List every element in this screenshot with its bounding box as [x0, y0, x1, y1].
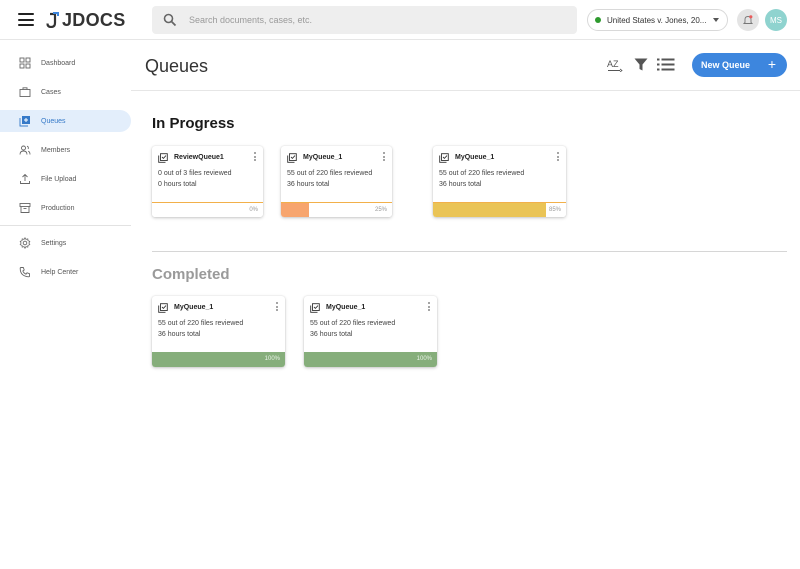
- sidebar-item-production[interactable]: Production: [0, 197, 131, 219]
- filter-icon: [634, 58, 648, 71]
- sidebar-item-label: Members: [41, 146, 71, 154]
- progress-label: 85%: [548, 207, 561, 213]
- queue-check-icon: [287, 153, 297, 163]
- avatar[interactable]: MS: [765, 9, 787, 31]
- phone-icon: [19, 267, 30, 278]
- progress-fill: [281, 203, 309, 217]
- queue-check-icon: [310, 303, 320, 313]
- search-icon: [163, 13, 177, 27]
- queue-card-title: MyQueue_1: [455, 154, 495, 161]
- top-bar: JDOCS United States v. Jones, 20... MS: [0, 0, 800, 40]
- progress-bar: 25%: [281, 202, 392, 217]
- upload-icon: [20, 173, 30, 184]
- sort-az-icon: AZ: [607, 59, 623, 73]
- more-vert-icon[interactable]: [275, 302, 279, 312]
- progress-label: 25%: [374, 207, 387, 213]
- sidebar-item-queues[interactable]: Queues: [0, 110, 131, 132]
- more-vert-icon[interactable]: [427, 302, 431, 312]
- sidebar-item-label: Dashboard: [41, 59, 76, 67]
- sidebar-item-label: Queues: [41, 117, 66, 125]
- archive-icon: [19, 203, 31, 213]
- progress-bar: 85%: [433, 202, 566, 217]
- sidebar: Dashboard Cases Queues Members File Uplo…: [0, 41, 131, 569]
- plus-icon: +: [767, 56, 776, 72]
- queue-card-hours: 36 hours total: [439, 181, 482, 188]
- logo-text: JDOCS: [62, 9, 126, 30]
- sidebar-item-label: Settings: [41, 239, 67, 247]
- sidebar-item-help-center[interactable]: Help Center: [0, 261, 131, 283]
- queue-card-files: 55 out of 220 files reviewed: [158, 320, 244, 327]
- queue-card-hours: 36 hours total: [287, 181, 330, 188]
- search-input[interactable]: [189, 15, 569, 25]
- menu-icon[interactable]: [18, 13, 34, 26]
- progress-bar: 0%: [152, 202, 263, 217]
- sidebar-divider: [0, 225, 131, 226]
- sidebar-item-file-upload[interactable]: File Upload: [0, 168, 131, 190]
- queue-card[interactable]: MyQueue_1 55 out of 220 files reviewed 36 …: [152, 296, 285, 367]
- list-icon: [657, 58, 675, 71]
- filter-button[interactable]: [634, 58, 648, 71]
- queue-card-files: 55 out of 220 files reviewed: [439, 170, 525, 177]
- new-queue-label: New Queue: [701, 60, 751, 70]
- new-queue-button[interactable]: New Queue +: [692, 53, 787, 77]
- svg-text:AZ: AZ: [607, 59, 619, 69]
- sidebar-item-cases[interactable]: Cases: [0, 81, 131, 103]
- briefcase-icon: [19, 87, 31, 97]
- sort-az-button[interactable]: AZ: [607, 58, 623, 73]
- queue-card-title: MyQueue_1: [303, 154, 343, 161]
- section-title-completed: Completed: [152, 266, 230, 283]
- page-title: Queues: [145, 56, 209, 76]
- queue-card-title: ReviewQueue1: [174, 154, 224, 161]
- queue-check-icon: [158, 153, 168, 163]
- queue-check-icon: [158, 303, 168, 313]
- sidebar-item-dashboard[interactable]: Dashboard: [0, 52, 131, 74]
- queue-card-hours: 0 hours total: [158, 181, 197, 188]
- queue-card-files: 0 out of 3 files reviewed: [158, 170, 232, 177]
- bell-icon: [742, 15, 754, 24]
- sidebar-item-label: Production: [41, 204, 75, 212]
- more-vert-icon[interactable]: [382, 152, 386, 162]
- case-selector-value: United States v. Jones, 20...: [607, 15, 707, 25]
- page-header: Queues AZ New Queue +: [131, 41, 800, 91]
- logo-mark-icon: [46, 12, 59, 28]
- queue-card[interactable]: MyQueue_1 55 out of 220 files reviewed 36 …: [433, 146, 566, 217]
- sidebar-item-label: File Upload: [41, 175, 77, 183]
- more-vert-icon[interactable]: [253, 152, 257, 162]
- section-divider: [152, 251, 787, 252]
- list-view-button[interactable]: [657, 58, 675, 71]
- queue-card-title: MyQueue_1: [174, 304, 214, 311]
- queue-card-hours: 36 hours total: [158, 331, 201, 338]
- search-bar[interactable]: [152, 6, 577, 34]
- queue-check-icon: [439, 153, 449, 163]
- progress-fill: [433, 203, 547, 217]
- queue-add-icon: [19, 116, 30, 127]
- chevron-down-icon: [713, 18, 719, 22]
- more-vert-icon[interactable]: [556, 152, 560, 162]
- case-selector[interactable]: United States v. Jones, 20...: [587, 9, 728, 31]
- queue-card-hours: 36 hours total: [310, 331, 353, 338]
- progress-label: 100%: [264, 356, 280, 362]
- queue-card[interactable]: MyQueue_1 55 out of 220 files reviewed 36 …: [304, 296, 437, 367]
- dashboard-icon: [19, 57, 31, 69]
- progress-bar: 100%: [304, 352, 437, 367]
- sidebar-item-label: Help Center: [41, 268, 79, 276]
- queue-card-title: MyQueue_1: [326, 304, 366, 311]
- section-title-in-progress: In Progress: [152, 115, 235, 132]
- status-dot: [595, 17, 601, 23]
- gear-icon: [19, 237, 31, 249]
- queue-card[interactable]: MyQueue_1 55 out of 220 files reviewed 36 …: [281, 146, 392, 217]
- progress-bar: 100%: [152, 352, 285, 367]
- queue-card[interactable]: ReviewQueue1 0 out of 3 files reviewed 0 h…: [152, 146, 263, 217]
- progress-label: 0%: [249, 207, 258, 213]
- queue-card-files: 55 out of 220 files reviewed: [310, 320, 396, 327]
- sidebar-item-settings[interactable]: Settings: [0, 232, 131, 254]
- queue-card-files: 55 out of 220 files reviewed: [287, 170, 373, 177]
- app-logo[interactable]: JDOCS: [46, 9, 126, 31]
- progress-label: 100%: [416, 356, 432, 362]
- sidebar-item-label: Cases: [41, 88, 61, 96]
- sidebar-item-members[interactable]: Members: [0, 139, 131, 161]
- notifications-button[interactable]: [737, 9, 759, 31]
- people-icon: [19, 145, 31, 155]
